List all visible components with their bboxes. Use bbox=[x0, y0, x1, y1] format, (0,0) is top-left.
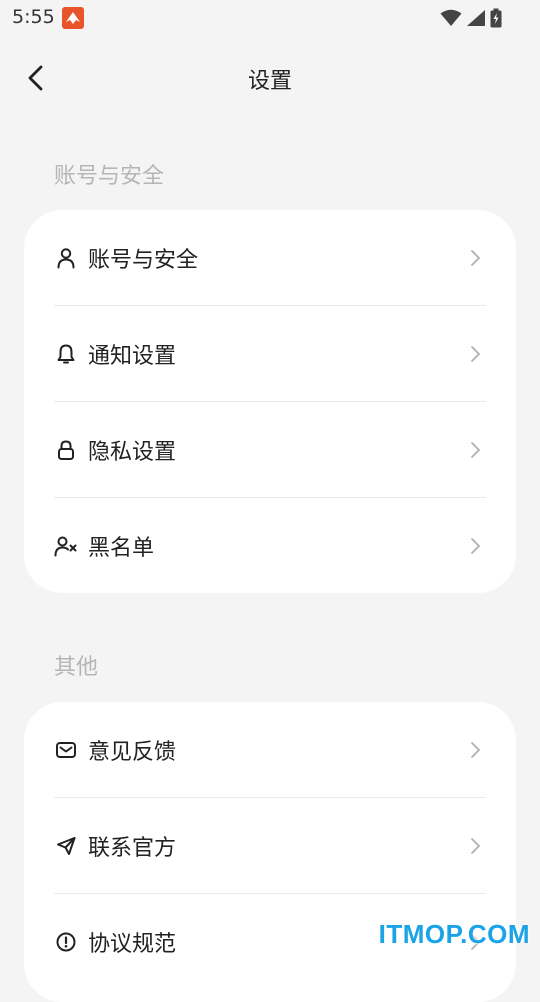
settings-card-other: 意见反馈 联系官方 协议规范 bbox=[24, 702, 516, 1002]
chevron-right-icon bbox=[471, 537, 480, 554]
settings-item-label: 意见反馈 bbox=[88, 739, 177, 765]
status-indicators bbox=[440, 8, 502, 28]
status-time: 5:55 bbox=[12, 6, 55, 28]
settings-item-feedback[interactable]: 意见反馈 bbox=[54, 702, 486, 797]
settings-item-label: 通知设置 bbox=[88, 343, 177, 369]
app-notification-icon bbox=[62, 7, 84, 29]
settings-item-label: 账号与安全 bbox=[88, 247, 199, 273]
section-label-account: 账号与安全 bbox=[54, 164, 165, 189]
send-icon bbox=[54, 834, 78, 858]
chevron-right-icon bbox=[471, 837, 480, 854]
settings-item-account-security[interactable]: 账号与安全 bbox=[54, 210, 486, 305]
settings-item-notifications[interactable]: 通知设置 bbox=[54, 305, 486, 401]
settings-item-privacy[interactable]: 隐私设置 bbox=[54, 401, 486, 497]
settings-item-label: 联系官方 bbox=[88, 835, 177, 861]
mail-icon bbox=[54, 738, 78, 762]
lock-icon bbox=[54, 438, 78, 462]
user-icon bbox=[54, 246, 78, 270]
battery-icon bbox=[490, 8, 502, 28]
settings-card-account: 账号与安全 通知设置 隐私设置 黑名单 bbox=[24, 210, 516, 593]
app-header: 设置 bbox=[0, 50, 540, 106]
chevron-right-icon bbox=[471, 441, 480, 458]
watermark-text: ITMOP.COM bbox=[378, 919, 530, 949]
cellular-signal-icon bbox=[467, 10, 485, 26]
status-bar: 5:55 bbox=[0, 0, 540, 36]
chevron-right-icon bbox=[471, 741, 480, 758]
section-label-other: 其他 bbox=[54, 655, 99, 680]
chevron-right-icon bbox=[471, 249, 480, 266]
chevron-right-icon bbox=[471, 345, 480, 362]
bell-icon bbox=[54, 342, 78, 366]
settings-item-label: 隐私设置 bbox=[88, 439, 177, 465]
wifi-icon bbox=[440, 9, 462, 26]
user-block-icon bbox=[54, 534, 78, 558]
settings-item-blacklist[interactable]: 黑名单 bbox=[54, 497, 486, 593]
settings-item-contact-official[interactable]: 联系官方 bbox=[54, 797, 486, 893]
settings-item-label: 黑名单 bbox=[88, 535, 155, 561]
page-title: 设置 bbox=[247, 69, 292, 94]
info-circle-icon bbox=[54, 930, 78, 954]
